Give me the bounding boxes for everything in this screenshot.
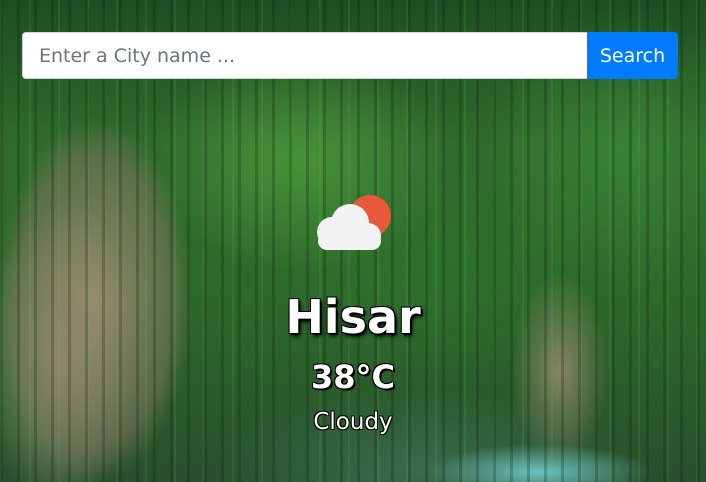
city-name: Hisar [285, 290, 421, 344]
temperature: 38°C [310, 358, 395, 396]
search-bar: Search [22, 32, 678, 79]
city-search-input[interactable] [22, 32, 587, 79]
weather-app: Search Hisar 38°C Cloudy [0, 0, 706, 482]
weather-condition: Cloudy [313, 409, 393, 435]
search-button[interactable]: Search [587, 32, 678, 79]
cloud-sun-icon [308, 192, 396, 256]
